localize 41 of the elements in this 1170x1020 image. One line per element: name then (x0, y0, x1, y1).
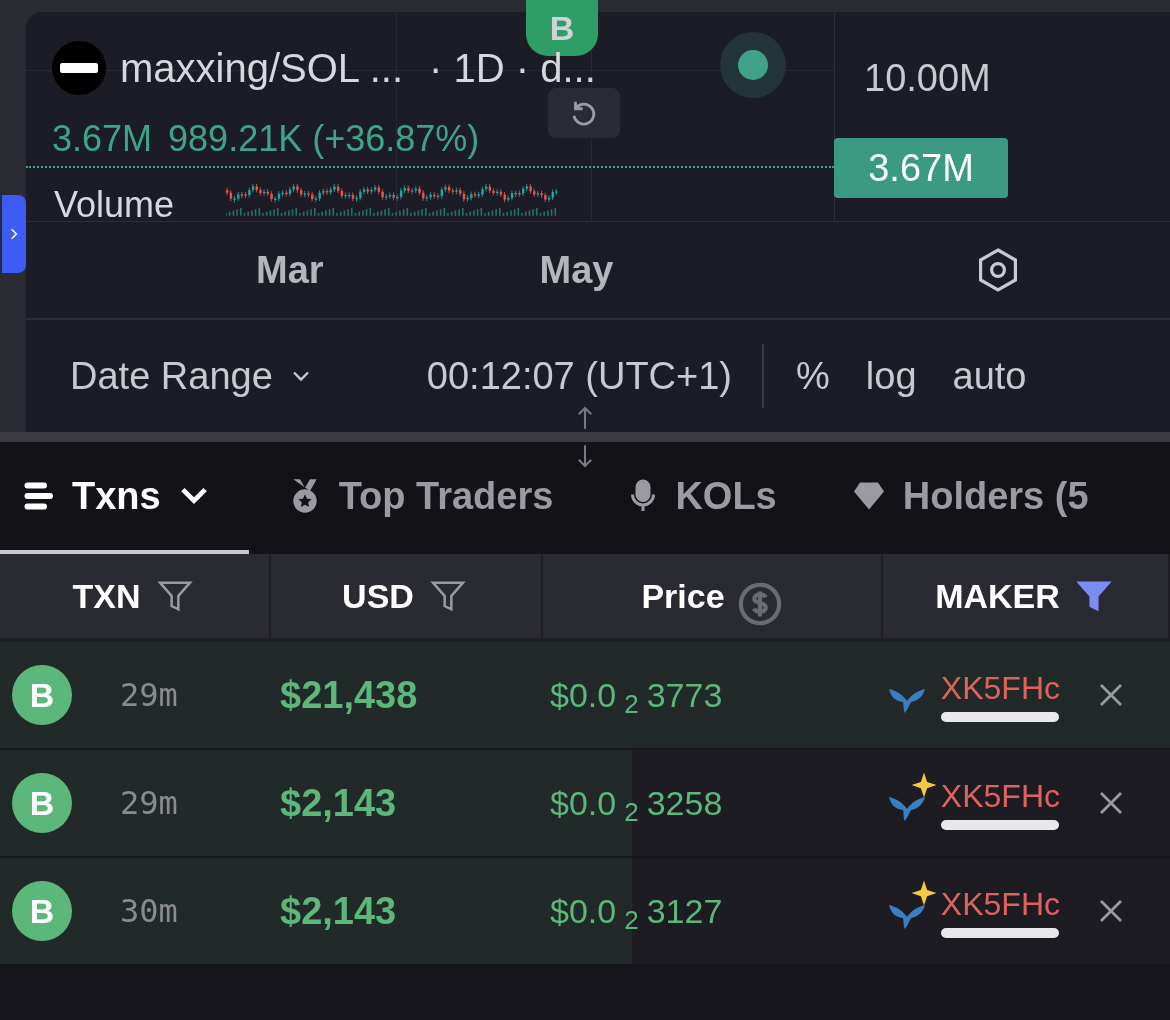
usd-amount: $21,438 (280, 672, 419, 718)
tab[interactable]: Holders (5 (812, 442, 1125, 554)
scale-option-button[interactable]: auto (952, 347, 1027, 405)
scale-option-button[interactable]: % (796, 347, 830, 405)
maker-link[interactable]: XK5FHc (940, 884, 1060, 924)
column-header[interactable]: Price (543, 554, 883, 638)
reset-button[interactable] (548, 88, 620, 138)
tab[interactable]: Top Traders (248, 442, 590, 554)
maker-link[interactable]: XK5FHc (940, 668, 1060, 708)
column-label: USD (342, 575, 414, 617)
scale-option-button[interactable]: log (865, 347, 917, 405)
dollar-icon[interactable] (736, 581, 783, 627)
price-tag: 3.67M (834, 138, 1008, 198)
tab[interactable]: KOLs (589, 442, 813, 554)
maker-link[interactable]: XK5FHc (940, 776, 1060, 816)
token-logo-icon (52, 41, 106, 95)
column-label: TXN (72, 575, 141, 617)
column-header[interactable]: MAKER (883, 554, 1170, 638)
date-range-dropdown[interactable]: Date Range (70, 347, 315, 405)
column-label: Price (641, 575, 725, 617)
age-text: 29m (120, 783, 179, 824)
column-label: MAKER (935, 575, 1060, 617)
column-header[interactable]: USD (271, 554, 543, 638)
volume-label: Volume (54, 183, 175, 227)
chart-title: maxxing/SOL ... (120, 45, 404, 92)
usd-amount: $2,143 (280, 888, 398, 934)
time-axis-label: Mar (256, 247, 324, 293)
expand-handle[interactable] (2, 195, 26, 273)
price-value: $0.0 $_{2}$ 3258 (550, 782, 723, 829)
clock-time: 00:12:07 (UTC+1) (426, 353, 733, 399)
column-header[interactable]: TXN (0, 554, 271, 638)
price-value: $0.0 $_{2}$ 3773 (550, 674, 723, 721)
age-text: 30m (120, 891, 179, 932)
time-axis-label: May (539, 247, 614, 293)
usd-amount: $2,143 (280, 780, 398, 826)
chevron-right-icon (10, 227, 18, 241)
age-text: 29m (120, 675, 179, 716)
volume-value: 3.67M (52, 117, 153, 161)
axis-label: 10.00M (864, 56, 991, 101)
volume-stats: 989.21K (+36.87%) (168, 117, 480, 161)
price-value: $0.0 $_{2}$ 3127 (550, 890, 723, 937)
